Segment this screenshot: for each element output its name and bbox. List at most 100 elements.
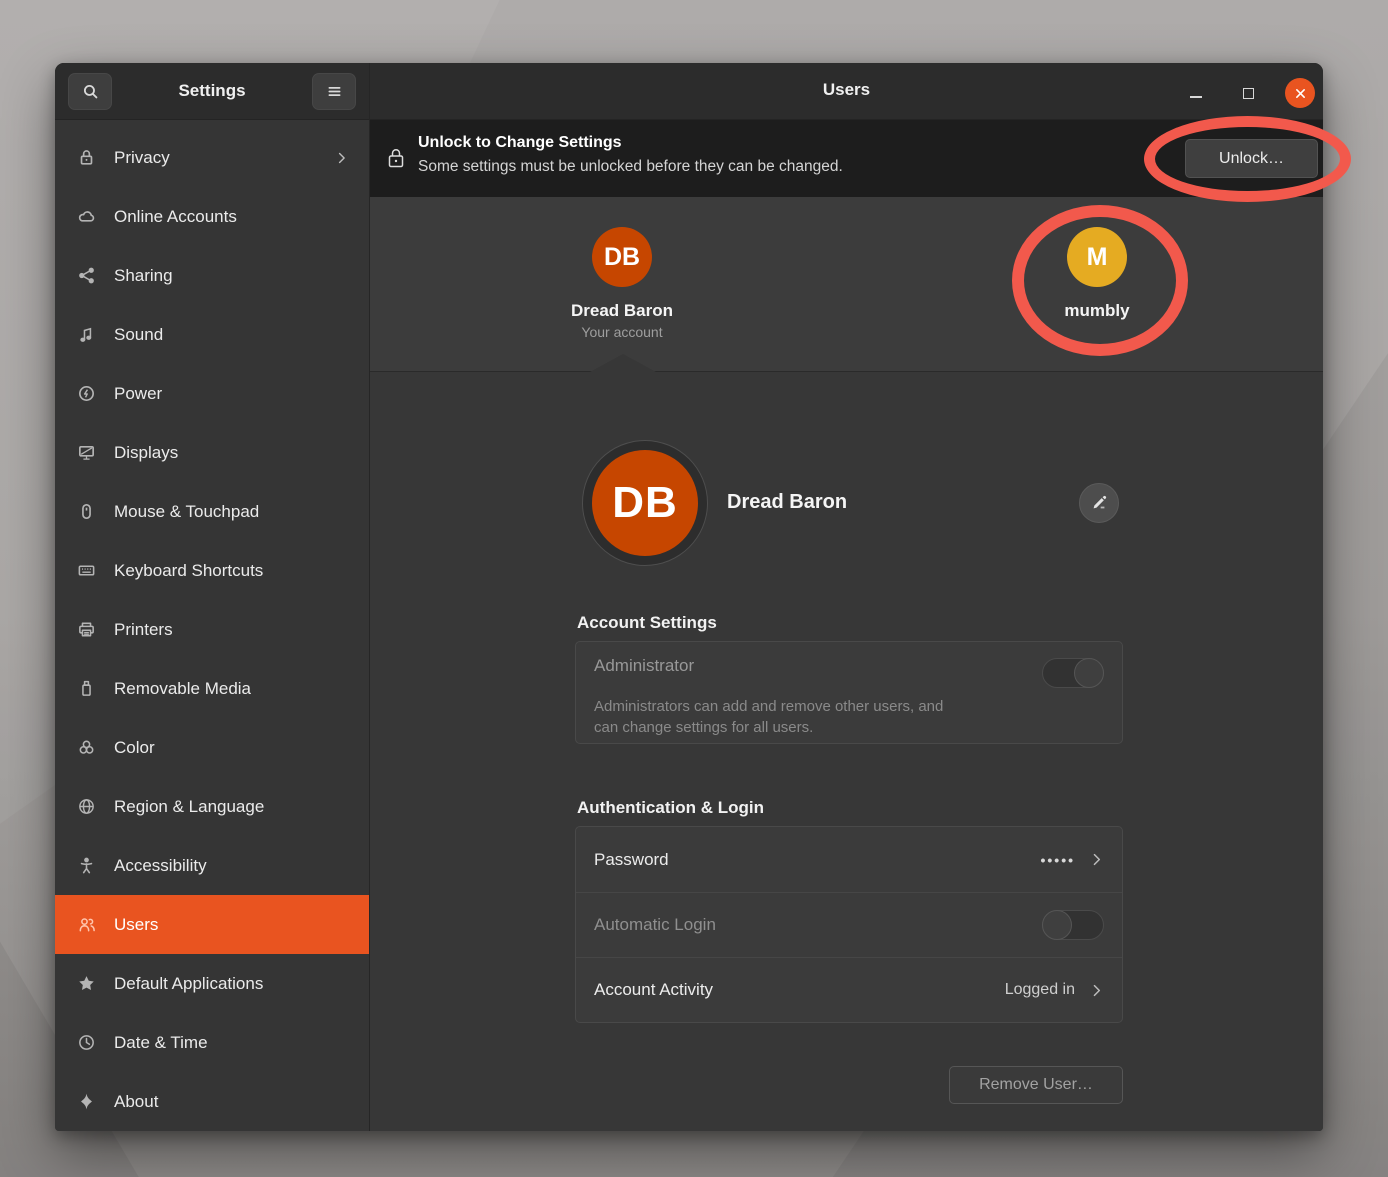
sidebar-item-date-time[interactable]: Date & Time (55, 1013, 369, 1072)
minimize-icon (1190, 96, 1202, 98)
carousel-user-mumbly[interactable]: M mumbly (997, 227, 1197, 321)
administrator-toggle[interactable] (1042, 658, 1104, 688)
automatic-login-toggle[interactable] (1042, 910, 1104, 940)
administrator-description: Administrators can add and remove other … (594, 696, 1024, 738)
avatar-initials: DB (604, 243, 640, 272)
sidebar-item-mouse-touchpad[interactable]: Mouse & Touchpad (55, 482, 369, 541)
sidebar-item-label: Sharing (114, 266, 173, 286)
sidebar-item-label: Displays (114, 443, 178, 463)
sidebar-item-label: Accessibility (114, 856, 207, 876)
hamburger-menu-icon (326, 83, 343, 100)
lock-icon (77, 148, 96, 167)
printer-icon (77, 620, 96, 639)
flash-drive-icon (77, 679, 96, 698)
color-circles-icon (77, 738, 96, 757)
chevron-right-icon (1089, 852, 1104, 867)
carousel-user-name: mumbly (997, 301, 1197, 321)
sidebar-item-label: Date & Time (114, 1033, 208, 1053)
avatar: DB (592, 227, 652, 287)
account-activity-row[interactable]: Account Activity Logged in (576, 957, 1122, 1022)
user-carousel: DB Dread Baron Your account M mumbly (370, 197, 1323, 372)
sidebar: Settings Privacy Online Accounts Sharing (55, 63, 370, 1131)
titlebar[interactable]: Users (370, 63, 1323, 120)
padlock-icon (387, 146, 405, 170)
sidebar-item-label: Color (114, 738, 155, 758)
sidebar-list: Privacy Online Accounts Sharing Sound Po… (55, 128, 369, 1131)
sidebar-item-label: Online Accounts (114, 207, 237, 227)
globe-icon (77, 797, 96, 816)
carousel-user-subtitle: Your account (522, 324, 722, 340)
search-icon (82, 83, 99, 100)
profile-name: Dread Baron (727, 491, 847, 514)
carousel-user-name: Dread Baron (522, 301, 722, 321)
sidebar-item-label: Privacy (114, 148, 170, 168)
share-nodes-icon (77, 266, 96, 285)
banner-title: Unlock to Change Settings (418, 134, 622, 152)
sidebar-item-users[interactable]: Users (55, 895, 369, 954)
power-icon (77, 384, 96, 403)
auth-login-card: Password ••••• Automatic Login Acc (575, 826, 1123, 1023)
toggle-knob (1042, 910, 1072, 940)
sidebar-item-label: Removable Media (114, 679, 251, 699)
sidebar-item-label: Keyboard Shortcuts (114, 561, 263, 581)
sidebar-item-privacy[interactable]: Privacy (55, 128, 369, 187)
sidebar-item-label: Mouse & Touchpad (114, 502, 259, 522)
sidebar-item-region-language[interactable]: Region & Language (55, 777, 369, 836)
primary-menu-button[interactable] (312, 73, 356, 110)
sidebar-item-printers[interactable]: Printers (55, 600, 369, 659)
keyboard-icon (77, 561, 96, 580)
sidebar-item-about[interactable]: About (55, 1072, 369, 1131)
sidebar-item-sound[interactable]: Sound (55, 305, 369, 364)
selected-user-pointer (590, 354, 656, 372)
sidebar-item-label: About (114, 1092, 158, 1112)
maximize-icon (1243, 88, 1254, 99)
sidebar-item-keyboard-shortcuts[interactable]: Keyboard Shortcuts (55, 541, 369, 600)
monitor-icon (77, 443, 96, 462)
sidebar-item-label: Region & Language (114, 797, 264, 817)
automatic-login-label: Automatic Login (594, 915, 716, 935)
close-button[interactable] (1285, 78, 1315, 108)
sidebar-item-removable-media[interactable]: Removable Media (55, 659, 369, 718)
minimize-button[interactable] (1181, 78, 1211, 108)
unlock-button[interactable]: Unlock… (1185, 139, 1318, 178)
sparkle-icon (77, 1092, 96, 1111)
sidebar-item-label: Printers (114, 620, 173, 640)
password-row[interactable]: Password ••••• (576, 827, 1122, 892)
profile-avatar[interactable]: DB (592, 450, 698, 556)
toggle-knob (1074, 658, 1104, 688)
sidebar-item-color[interactable]: Color (55, 718, 369, 777)
password-label: Password (594, 850, 669, 870)
carousel-user-dread-baron[interactable]: DB Dread Baron Your account (522, 227, 722, 340)
sidebar-item-label: Power (114, 384, 162, 404)
sidebar-item-online-accounts[interactable]: Online Accounts (55, 187, 369, 246)
edit-name-button[interactable] (1079, 483, 1119, 523)
accessibility-person-icon (77, 856, 96, 875)
search-button[interactable] (68, 73, 112, 110)
administrator-card: Administrator Administrators can add and… (575, 641, 1123, 744)
unlock-banner: Unlock to Change Settings Some settings … (370, 120, 1323, 197)
maximize-button[interactable] (1233, 78, 1263, 108)
automatic-login-row: Automatic Login (576, 892, 1122, 957)
sidebar-item-displays[interactable]: Displays (55, 423, 369, 482)
close-icon (1294, 87, 1307, 100)
account-activity-label: Account Activity (594, 980, 713, 1000)
sidebar-item-label: Sound (114, 325, 163, 345)
chevron-right-icon (1089, 983, 1104, 998)
password-dots: ••••• (1040, 852, 1075, 868)
avatar-initials: M (1087, 243, 1108, 272)
mouse-icon (77, 502, 96, 521)
remove-user-button[interactable]: Remove User… (949, 1066, 1123, 1104)
clock-icon (77, 1033, 96, 1052)
settings-window: Settings Privacy Online Accounts Sharing (55, 63, 1323, 1131)
sidebar-item-sharing[interactable]: Sharing (55, 246, 369, 305)
cloud-icon (77, 207, 96, 226)
chevron-right-icon (332, 151, 351, 165)
administrator-label: Administrator (594, 656, 694, 676)
users-icon (77, 915, 96, 934)
avatar: M (1067, 227, 1127, 287)
account-settings-heading: Account Settings (577, 613, 717, 633)
sidebar-item-default-applications[interactable]: Default Applications (55, 954, 369, 1013)
sidebar-item-accessibility[interactable]: Accessibility (55, 836, 369, 895)
sidebar-item-label: Users (114, 915, 158, 935)
sidebar-item-power[interactable]: Power (55, 364, 369, 423)
